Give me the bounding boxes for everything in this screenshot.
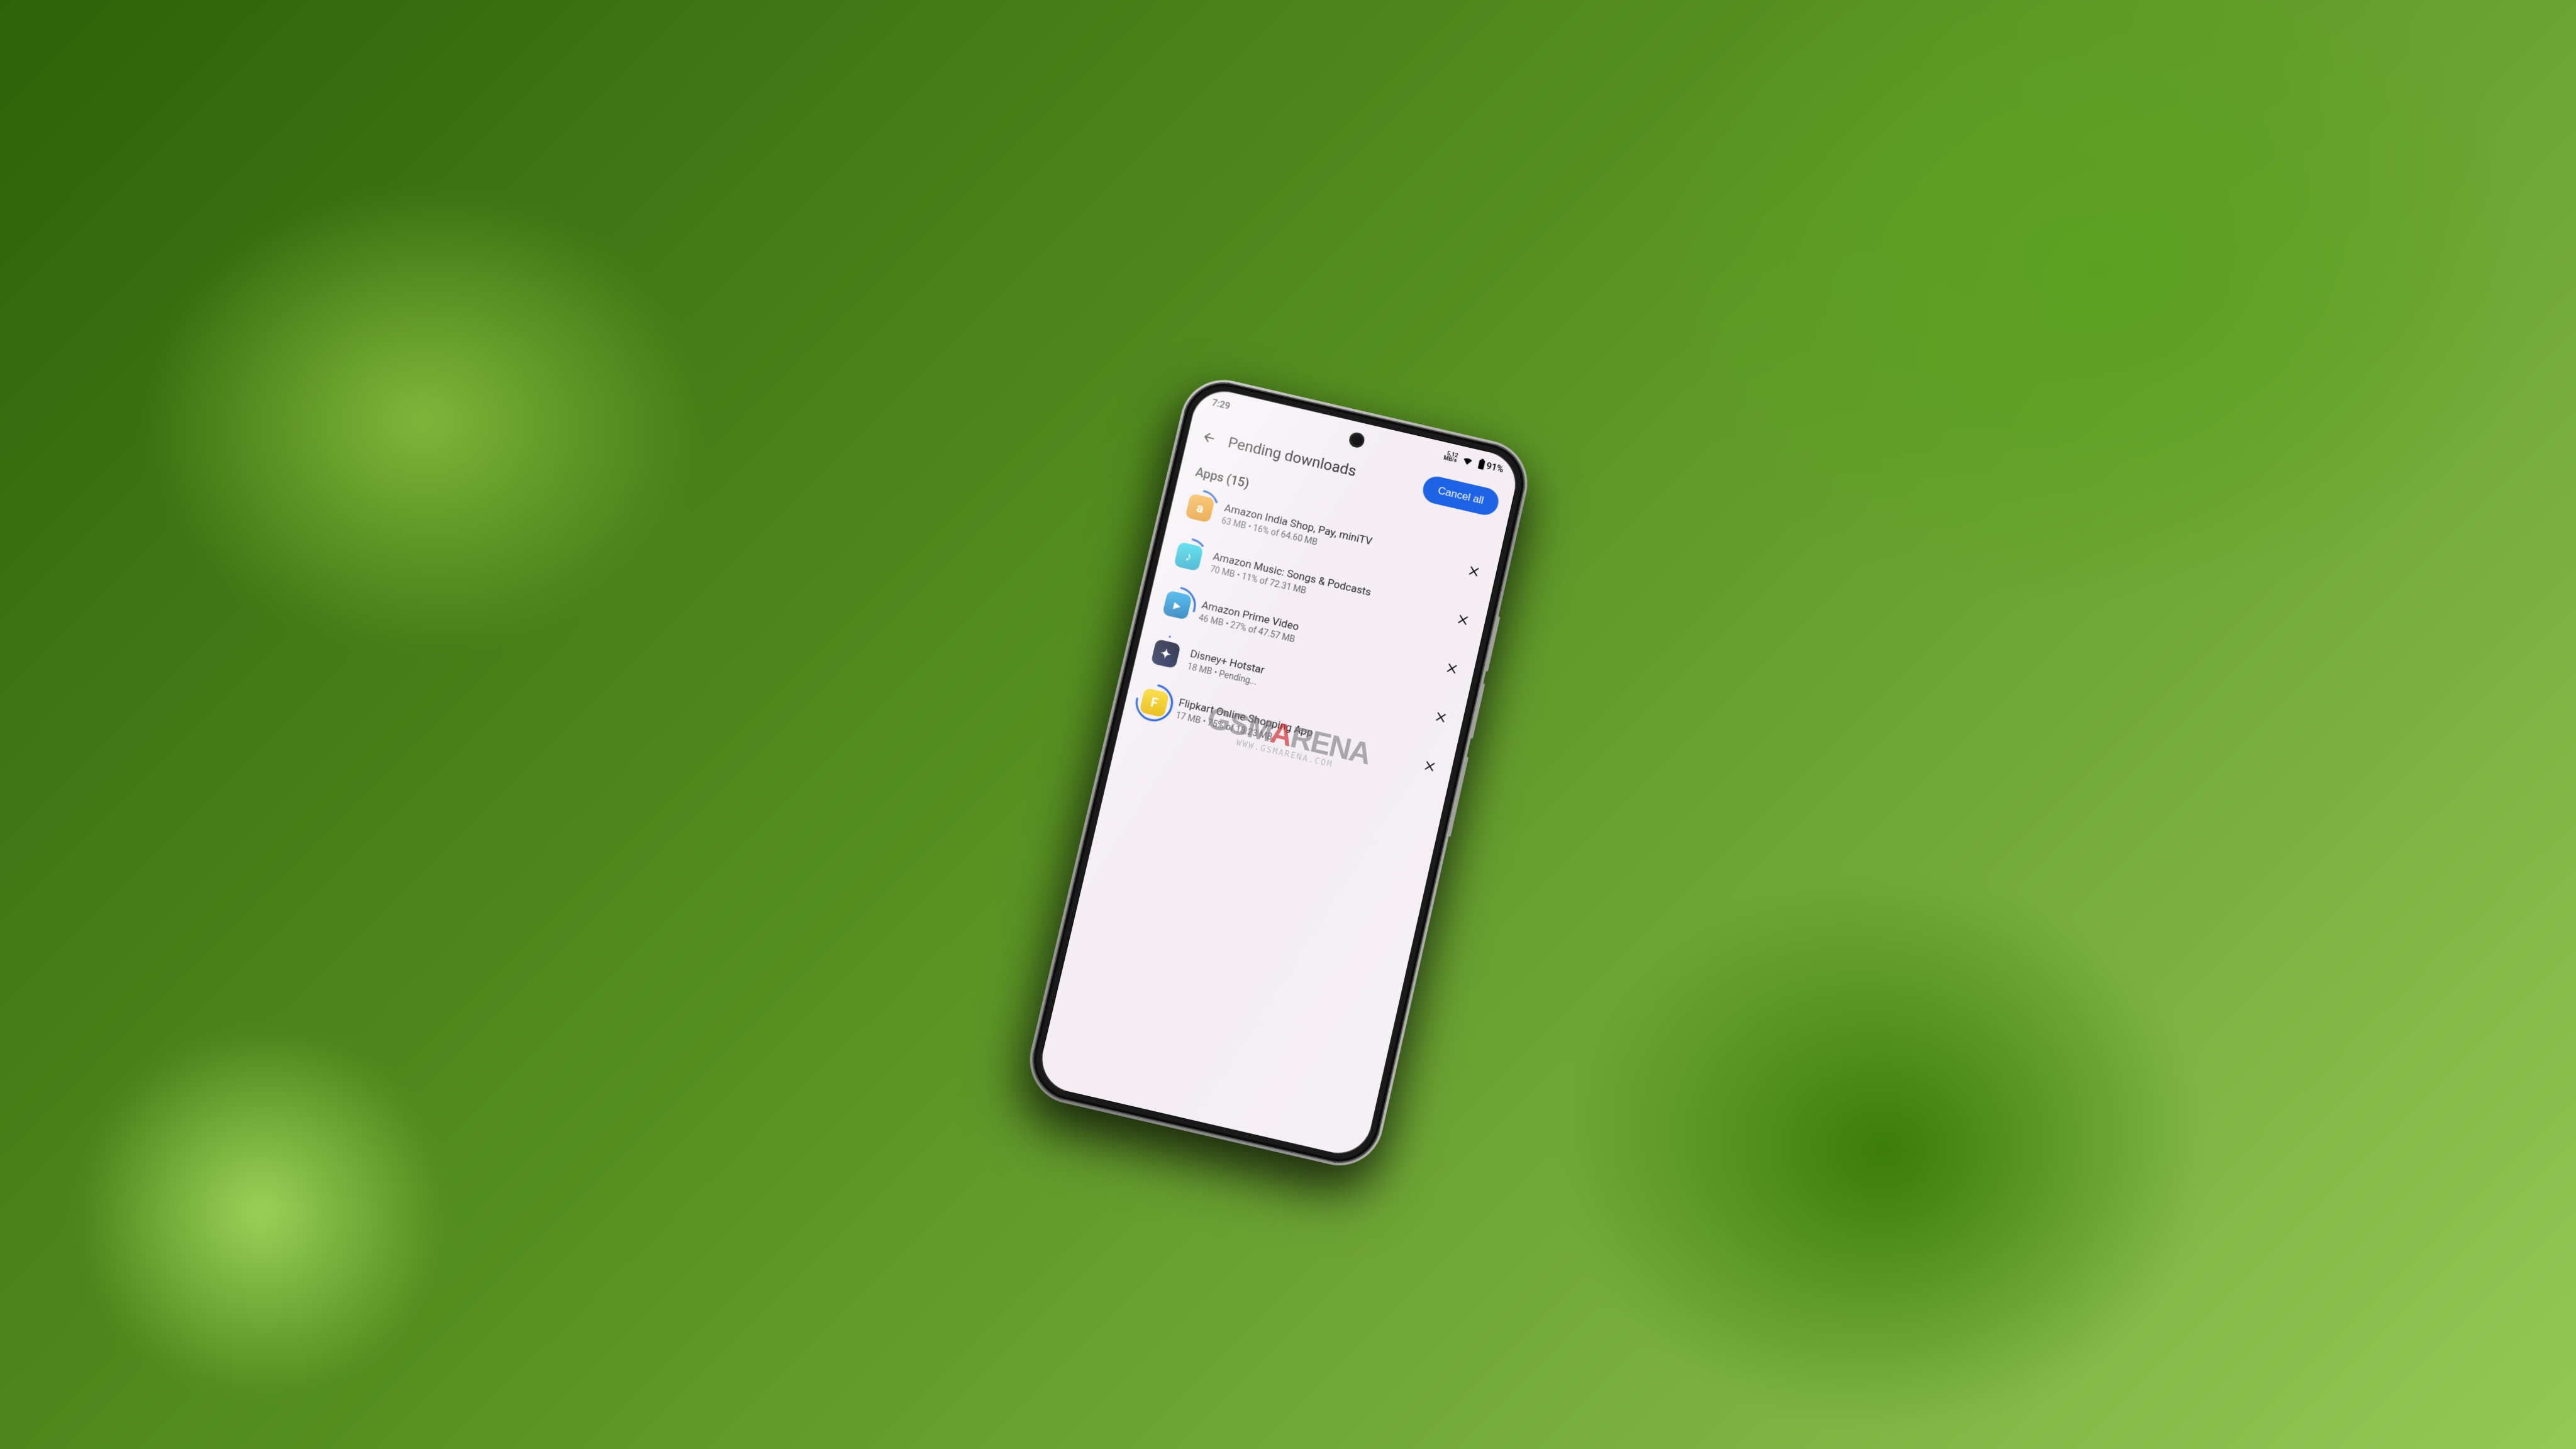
app-icon-wrap: ▸	[1159, 587, 1195, 623]
app-icon-wrap: a	[1182, 490, 1218, 526]
app-icon-wrap: ✦	[1148, 636, 1184, 672]
app-icon-wrap: ♪	[1170, 538, 1206, 574]
cancel-download-button[interactable]	[1453, 609, 1474, 630]
cancel-download-button[interactable]	[1441, 658, 1462, 679]
screen: 7:29 5.12 MB/s 91%	[1035, 385, 1522, 1160]
cancel-download-button[interactable]	[1463, 561, 1484, 582]
app-icon-wrap: F	[1136, 685, 1173, 721]
volume-up-button[interactable]	[1485, 616, 1500, 672]
cancel-download-button[interactable]	[1419, 756, 1440, 777]
phone: 7:29 5.12 MB/s 91%	[1024, 374, 1533, 1171]
network-speed: 5.12 MB/s	[1443, 451, 1458, 464]
volume-down-button[interactable]	[1470, 683, 1485, 738]
back-button[interactable]	[1200, 428, 1219, 448]
cancel-download-button[interactable]	[1430, 707, 1451, 728]
wifi-icon	[1461, 455, 1474, 468]
